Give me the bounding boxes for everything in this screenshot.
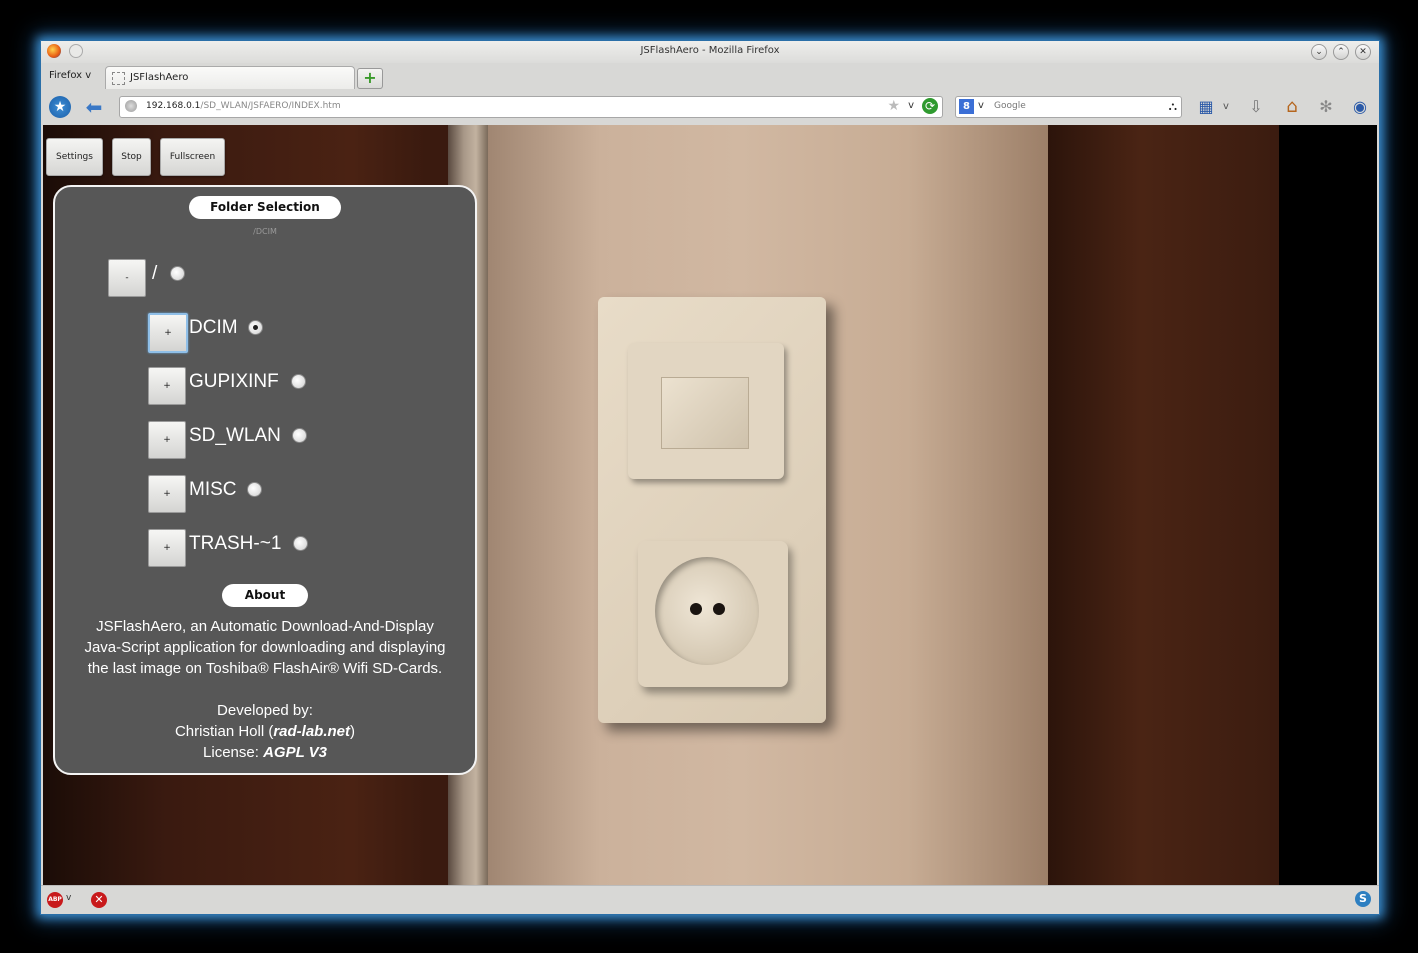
url-bar[interactable]: 192.168.0.1/SD_WLAN/JSFAERO/INDEX.htm ★ … xyxy=(119,96,943,118)
adblock-dropdown-icon[interactable]: v xyxy=(66,893,71,903)
skype-icon[interactable]: S xyxy=(1355,891,1371,907)
globe-icon[interactable] xyxy=(125,100,137,112)
folder-label-trash: TRASH-~1 xyxy=(189,533,282,554)
chevron-down-icon: v xyxy=(85,70,92,81)
radio-gupixinf[interactable] xyxy=(291,374,306,389)
download-icon[interactable]: ⇩ xyxy=(1245,96,1267,118)
folder-label-misc: MISC xyxy=(189,479,237,500)
close-icon[interactable]: ✕ xyxy=(1355,44,1371,60)
wall-plate xyxy=(598,297,826,723)
title-bar: JSFlashAero - Mozilla Firefox ⌄ ⌃ ✕ xyxy=(41,41,1379,63)
settings-button[interactable]: Settings xyxy=(46,138,103,176)
folder-label-root: / xyxy=(152,263,158,284)
tab-jsflashaero[interactable]: JSFlashAero xyxy=(105,66,355,89)
google-icon[interactable]: 8 xyxy=(959,99,974,114)
radio-dcim[interactable] xyxy=(248,320,263,335)
expand-misc-button[interactable]: + xyxy=(148,475,186,513)
expand-sd-wlan-button[interactable]: + xyxy=(148,421,186,459)
folder-selection-heading: Folder Selection xyxy=(189,196,341,219)
url-text: 192.168.0.1/SD_WLAN/JSFAERO/INDEX.htm xyxy=(146,101,341,111)
search-engine-dropdown-icon[interactable]: v xyxy=(978,100,984,111)
stop-icon[interactable]: ✕ xyxy=(91,892,107,908)
firefox-menu-label: Firefox xyxy=(49,70,83,81)
bookmark-star-icon[interactable]: ★ xyxy=(887,98,900,114)
home-icon[interactable]: ⌂ xyxy=(1281,96,1303,118)
bookmarks-dropdown-icon[interactable]: v xyxy=(1215,96,1237,118)
expand-dcim-button[interactable]: + xyxy=(148,313,188,353)
addon-icon[interactable]: ✻ xyxy=(1315,96,1337,118)
author-link[interactable]: rad-lab.net xyxy=(273,723,350,740)
folder-label-sd-wlan: SD_WLAN xyxy=(189,425,281,446)
star-icon[interactable]: ★ xyxy=(49,96,71,118)
radio-sd-wlan[interactable] xyxy=(292,428,307,443)
adblock-icon[interactable]: ABP xyxy=(47,892,63,908)
reload-icon[interactable]: ⟳ xyxy=(922,98,938,114)
folder-label-gupixinf: GUPIXINF xyxy=(189,371,279,392)
browser-window: JSFlashAero - Mozilla Firefox ⌄ ⌃ ✕ Fire… xyxy=(40,40,1380,915)
navigation-bar: ★ ⬅ 192.168.0.1/SD_WLAN/JSFAERO/INDEX.ht… xyxy=(41,89,1379,125)
license-name: AGPL V3 xyxy=(263,744,327,761)
folder-label-dcim: DCIM xyxy=(189,317,238,338)
search-bar[interactable]: 8 v Google ⛬ xyxy=(955,96,1182,118)
bookmarks-icon[interactable]: ▦ xyxy=(1195,96,1217,118)
search-input[interactable]: Google xyxy=(994,101,1026,111)
door xyxy=(1048,125,1279,885)
light-switch xyxy=(628,343,784,479)
back-arrow-icon[interactable]: ⬅ xyxy=(83,96,105,118)
power-socket xyxy=(638,541,788,687)
expand-gupixinf-button[interactable]: + xyxy=(148,367,186,405)
page-icon xyxy=(112,72,125,85)
socket-cup xyxy=(655,557,759,665)
about-heading: About xyxy=(222,584,308,607)
radio-misc[interactable] xyxy=(247,482,262,497)
folder-selection-panel: Folder Selection /DCIM - / + DCIM + GUPI… xyxy=(53,185,477,775)
status-bar: ABP v ✕ S xyxy=(41,885,1379,914)
expand-trash-button[interactable]: + xyxy=(148,529,186,567)
page-content: Settings Stop Fullscreen Folder Selectio… xyxy=(43,125,1377,885)
socket-hole xyxy=(713,603,725,615)
tab-bar: Firefox v JSFlashAero + xyxy=(41,63,1379,89)
firefox-menu-button[interactable]: Firefox v xyxy=(49,70,91,81)
stop-button[interactable]: Stop xyxy=(112,138,151,176)
radio-root[interactable] xyxy=(170,266,185,281)
history-dropdown-icon[interactable]: v xyxy=(908,100,914,111)
binoculars-icon[interactable]: ⛬ xyxy=(1169,99,1177,114)
window-title: JSFlashAero - Mozilla Firefox xyxy=(640,45,780,56)
about-description: JSFlashAero, an Automatic Download-And-D… xyxy=(84,618,446,677)
radio-trash[interactable] xyxy=(293,536,308,551)
new-tab-button[interactable]: + xyxy=(357,68,383,89)
switch-rocker xyxy=(661,377,749,449)
current-path: /DCIM xyxy=(253,227,277,236)
sync-icon[interactable]: ◉ xyxy=(1349,96,1371,118)
tab-label: JSFlashAero xyxy=(130,72,189,83)
minimize-icon[interactable]: ⌄ xyxy=(1311,44,1327,60)
maximize-icon[interactable]: ⌃ xyxy=(1333,44,1349,60)
fullscreen-button[interactable]: Fullscreen xyxy=(160,138,225,176)
socket-hole xyxy=(690,603,702,615)
about-credits: Developed by: Christian Holl (rad-lab.ne… xyxy=(174,702,356,761)
collapse-root-button[interactable]: - xyxy=(108,259,146,297)
